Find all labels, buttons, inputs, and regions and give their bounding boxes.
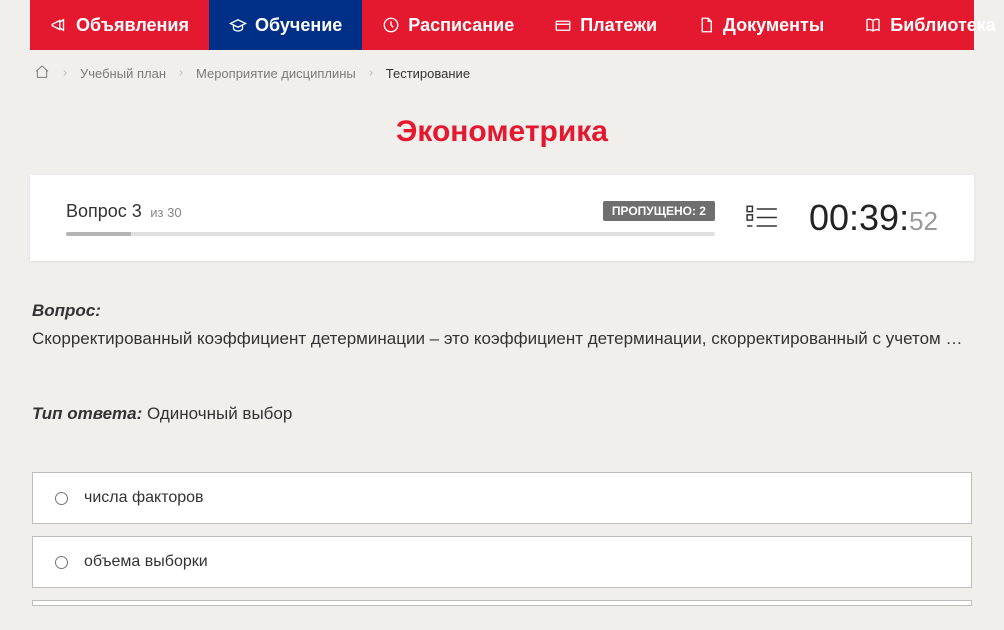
nav-documents[interactable]: Документы bbox=[677, 0, 844, 50]
chevron-right-icon bbox=[366, 66, 376, 81]
main-nav: Объявления Обучение Расписание Платежи Д… bbox=[30, 0, 974, 50]
breadcrumb-testing: Тестирование bbox=[386, 66, 470, 81]
breadcrumb-discipline-event[interactable]: Мероприятие дисциплины bbox=[196, 66, 356, 81]
question-body: Вопрос: Скорректированный коэффициент де… bbox=[30, 301, 974, 626]
payment-icon bbox=[554, 16, 572, 34]
nav-label: Библиотека bbox=[890, 15, 996, 36]
nav-library[interactable]: Библиотека bbox=[844, 0, 1004, 50]
answer-type-label: Тип ответа: bbox=[32, 404, 142, 423]
home-icon[interactable] bbox=[34, 64, 50, 83]
question-text: Скорректированный коэффициент детерминац… bbox=[32, 325, 972, 352]
option-radio[interactable] bbox=[55, 556, 68, 569]
nav-label: Платежи bbox=[580, 15, 657, 36]
chevron-right-icon bbox=[176, 66, 186, 81]
question-total: из 30 bbox=[150, 205, 181, 220]
progress-card: Вопрос 3 из 30 ПРОПУЩЕНО: 2 00:39:52 bbox=[30, 175, 974, 261]
question-list-button[interactable] bbox=[745, 203, 779, 233]
document-icon bbox=[697, 16, 715, 34]
timer-seconds: 52 bbox=[909, 206, 938, 237]
book-icon bbox=[864, 16, 882, 34]
option-item[interactable] bbox=[32, 600, 972, 606]
option-item[interactable]: числа факторов bbox=[32, 472, 972, 524]
nav-label: Объявления bbox=[76, 15, 189, 36]
timer: 00:39:52 bbox=[809, 197, 938, 239]
nav-schedule[interactable]: Расписание bbox=[362, 0, 534, 50]
chevron-right-icon bbox=[60, 66, 70, 81]
nav-announcements[interactable]: Объявления bbox=[30, 0, 209, 50]
question-number: Вопрос 3 bbox=[66, 201, 142, 221]
megaphone-icon bbox=[50, 16, 68, 34]
skipped-badge: ПРОПУЩЕНО: 2 bbox=[603, 201, 715, 221]
timer-main: 00:39: bbox=[809, 197, 909, 239]
question-progress: Вопрос 3 из 30 ПРОПУЩЕНО: 2 bbox=[66, 201, 715, 236]
answer-type: Тип ответа: Одиночный выбор bbox=[32, 404, 972, 424]
breadcrumb-study-plan[interactable]: Учебный план bbox=[80, 66, 166, 81]
question-label: Вопрос: bbox=[32, 301, 101, 320]
nav-learning[interactable]: Обучение bbox=[209, 0, 362, 50]
breadcrumb: Учебный план Мероприятие дисциплины Тест… bbox=[30, 50, 974, 97]
nav-label: Расписание bbox=[408, 15, 514, 36]
option-radio[interactable] bbox=[55, 492, 68, 505]
nav-label: Документы bbox=[723, 15, 824, 36]
progress-bar bbox=[66, 232, 715, 236]
answer-type-value: Одиночный выбор bbox=[147, 404, 292, 423]
clock-icon bbox=[382, 16, 400, 34]
option-label: объема выборки bbox=[84, 553, 208, 571]
option-item[interactable]: объема выборки bbox=[32, 536, 972, 588]
page-title: Эконометрика bbox=[30, 115, 974, 149]
option-label: числа факторов bbox=[84, 489, 204, 507]
nav-label: Обучение bbox=[255, 15, 342, 36]
nav-payments[interactable]: Платежи bbox=[534, 0, 677, 50]
options-list: числа факторов объема выборки bbox=[32, 472, 972, 626]
progress-fill bbox=[66, 232, 131, 236]
graduation-cap-icon bbox=[229, 16, 247, 34]
